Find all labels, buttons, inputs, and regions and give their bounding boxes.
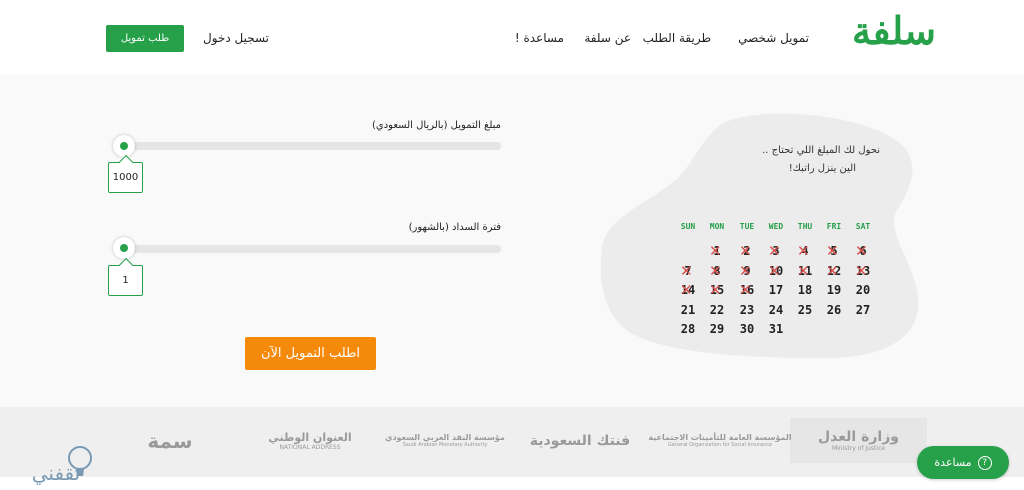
calendar-day: 12: [819, 262, 849, 280]
calendar-day: 27: [855, 302, 871, 317]
calendar-day: 5: [819, 242, 849, 260]
calendar-day: 8: [702, 262, 732, 280]
calendar-day: 29: [709, 322, 725, 336]
amount-label: مبلغ التمويل (بالريال السعودي): [372, 120, 501, 131]
calendar-weekday-tue: TUE: [739, 222, 755, 231]
nav-help[interactable]: مساعدة !: [515, 31, 564, 45]
calendar-day: 19: [826, 283, 842, 297]
calendar-day: 23: [739, 302, 755, 317]
page: سلفة تمويل شخصي طريقة الطلب عن سلفة مساع…: [0, 0, 1024, 490]
calendar-day: 16: [732, 281, 762, 299]
nav-how-to-apply[interactable]: طريقة الطلب: [643, 31, 711, 45]
apply-now-button[interactable]: اطلب التمويل الآن: [245, 337, 376, 370]
salfa-logo[interactable]: سلفة: [852, 8, 936, 53]
calendar-day: 31: [768, 322, 784, 336]
partner-gosi: المؤسسة العامة للتأمينات الاجتماعية Gene…: [648, 433, 792, 448]
help-button[interactable]: ? مساعدة: [917, 446, 1009, 479]
login-link[interactable]: تسجيل دخول: [203, 31, 269, 45]
calendar-weekday-thu: THU: [797, 222, 813, 231]
calendar-day: 26: [826, 302, 842, 317]
calendar-day: 28: [680, 322, 696, 336]
amount-slider-thumb[interactable]: [113, 135, 135, 157]
svg-text:ثقفني: ثقفني: [32, 461, 81, 486]
period-slider-thumb[interactable]: [113, 237, 135, 259]
amount-value-box: 1000: [108, 162, 143, 193]
calendar-day: 22: [709, 302, 725, 317]
period-value-box: 1: [108, 265, 143, 296]
calendar-day: 13: [848, 262, 878, 280]
calendar-weekday-fri: FRI: [826, 222, 842, 231]
partner-simah: سمة: [147, 428, 193, 453]
calendar-day: 7: [673, 262, 703, 280]
calendar-day: 25: [797, 302, 813, 317]
calendar-day: 1: [702, 242, 732, 260]
promo-line-2: الين ينزل راتبك!: [788, 163, 856, 174]
calendar-weekday-mon: MON: [709, 222, 725, 231]
request-finance-button[interactable]: طلب تمويل: [106, 25, 184, 52]
calendar-day: 6: [848, 242, 878, 260]
promo-line-1: نحول لك المبلغ اللي تحتاج ..: [762, 145, 880, 156]
calendar-weekday-sat: SAT: [855, 222, 871, 231]
calendar-day: 30: [739, 322, 755, 336]
period-label: فترة السداد (بالشهور): [408, 222, 501, 233]
calendar-day: 10: [761, 262, 791, 280]
calendar-day: 20: [855, 283, 871, 297]
calendar-day: 17: [768, 283, 784, 297]
calendar-weekday-sun: SUN: [680, 222, 696, 231]
help-button-label: مساعدة: [934, 456, 972, 469]
calendar-day: 14: [673, 281, 703, 299]
calendar-weekday-wed: WED: [768, 222, 784, 231]
partner-fintech-saudi: فنتك السعودية: [529, 432, 631, 449]
calendar-day: 3: [761, 242, 791, 260]
calendar-day: 11: [790, 262, 820, 280]
calendar-day: 2: [732, 242, 762, 260]
calendar-day: 4: [790, 242, 820, 260]
question-circle-icon: ?: [977, 455, 992, 470]
calendar-day: 15: [702, 281, 732, 299]
calendar-day: 18: [797, 283, 813, 297]
nav-personal-finance[interactable]: تمويل شخصي: [738, 31, 809, 45]
amount-slider-track[interactable]: [115, 142, 501, 150]
top-navbar: سلفة تمويل شخصي طريقة الطلب عن سلفة مساع…: [0, 0, 1024, 75]
partner-ministry-of-justice: وزارة العدل Ministry of Justice: [790, 418, 927, 463]
partner-national-address: العنوان الوطني NATIONAL ADDRESS: [268, 430, 352, 451]
watermark-logo: ثقفني: [32, 446, 92, 486]
calendar-day: 21: [680, 302, 696, 317]
nav-about[interactable]: عن سلفة: [584, 31, 631, 45]
partner-sama: مؤسسة النقد العربي السعودي Saudi Arabian…: [385, 433, 505, 448]
period-slider-track[interactable]: [115, 245, 501, 253]
calendar-day: 24: [768, 302, 784, 317]
calendar-day: 9: [732, 262, 762, 280]
